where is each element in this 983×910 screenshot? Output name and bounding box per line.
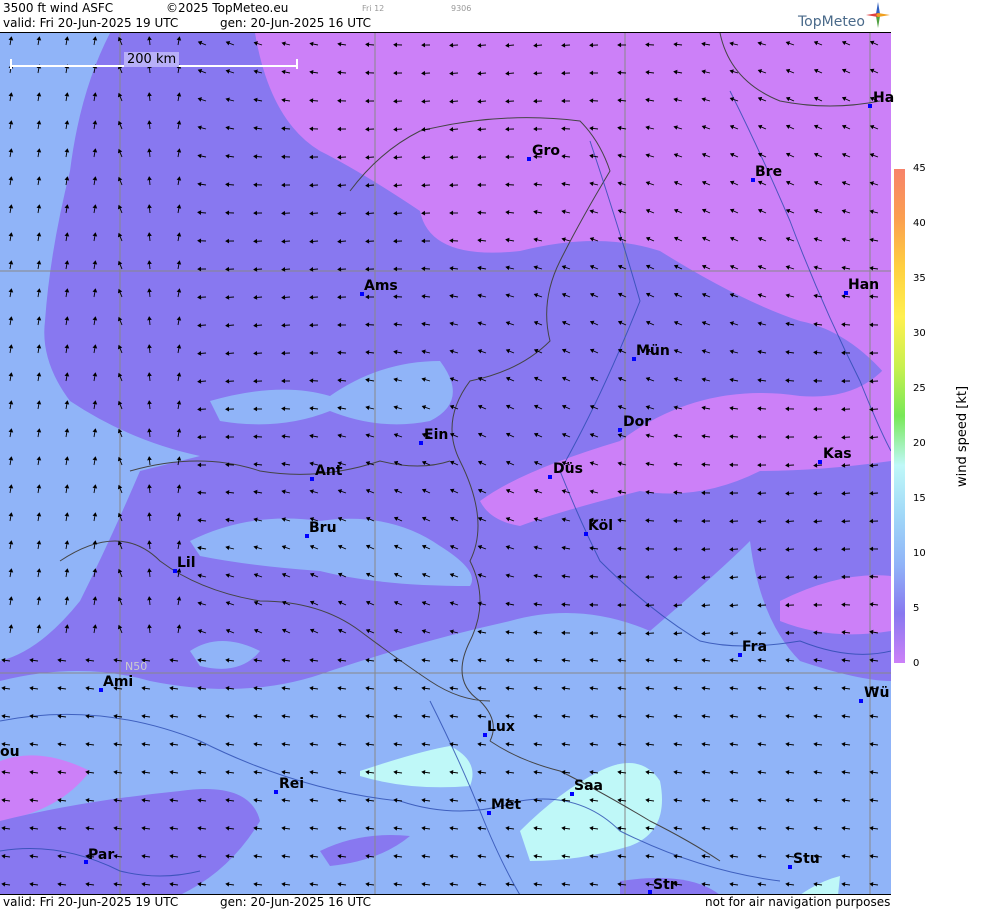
map-header: 3500 ft wind ASFC ©2025 TopMeteo.eu Fri …: [0, 0, 891, 32]
city-marker: [527, 157, 531, 161]
city-label-stu[interactable]: Stu: [793, 851, 820, 867]
city-label-ami[interactable]: Ami: [103, 674, 133, 690]
city-label-wu[interactable]: Wü: [864, 685, 889, 701]
legend-tick: 30: [913, 328, 926, 339]
city-label-fra[interactable]: Fra: [742, 639, 767, 655]
legend-title: wind speed [kt]: [955, 386, 970, 487]
city-label-dus[interactable]: Düs: [553, 461, 583, 477]
latitude-label: N50: [125, 660, 147, 673]
city-marker: [859, 699, 863, 703]
city-label-ams[interactable]: Ams: [364, 278, 398, 294]
valid-time: valid: Fri 20-Jun-2025 19 UTC: [3, 16, 178, 30]
city-label-bre[interactable]: Bre: [755, 164, 782, 180]
city-marker: [818, 460, 822, 464]
legend-tick: 35: [913, 273, 926, 284]
city-marker: [868, 104, 872, 108]
city-marker: [618, 428, 622, 432]
city-marker: [310, 477, 314, 481]
footer-gen-time: gen: 20-Jun-2025 16 UTC: [220, 895, 371, 909]
legend-colorbar: [894, 169, 905, 663]
map-footer: valid: Fri 20-Jun-2025 19 UTC gen: 20-Ju…: [0, 894, 891, 910]
city-label-ha[interactable]: Ha: [873, 90, 894, 106]
legend-tick: 10: [913, 548, 926, 559]
city-label-saa[interactable]: Saa: [574, 778, 603, 794]
wind-map[interactable]: [0, 32, 891, 895]
city-marker: [419, 441, 423, 445]
city-label-kas[interactable]: Kas: [823, 446, 852, 462]
header-small-2: 9306: [451, 4, 471, 13]
footer-valid-time: valid: Fri 20-Jun-2025 19 UTC: [3, 895, 178, 909]
city-marker: [788, 865, 792, 869]
copyright: ©2025 TopMeteo.eu: [166, 1, 288, 15]
wind-speed-legend: 45 40 35 30 25 20 15 10 5 0 wind speed […: [893, 167, 983, 667]
city-label-par[interactable]: Par: [88, 847, 114, 863]
city-marker: [274, 790, 278, 794]
gen-time: gen: 20-Jun-2025 16 UTC: [220, 16, 371, 30]
compass-icon: [866, 2, 890, 28]
legend-tick: 15: [913, 493, 926, 504]
city-label-kol[interactable]: Köl: [588, 518, 613, 534]
scale-label: 200 km: [124, 52, 179, 67]
city-label-lil[interactable]: Lil: [177, 555, 196, 571]
legend-tick: 45: [913, 163, 926, 174]
city-label-gro[interactable]: Gro: [532, 143, 560, 159]
legend-tick: 5: [913, 603, 919, 614]
city-label-met[interactable]: Met: [491, 797, 521, 813]
city-label-ant[interactable]: Ant: [315, 463, 343, 479]
city-label-mun[interactable]: Mün: [636, 343, 670, 359]
city-label-han[interactable]: Han: [848, 277, 879, 293]
legend-tick: 0: [913, 658, 919, 669]
city-marker: [548, 475, 552, 479]
city-label-rei[interactable]: Rei: [279, 776, 304, 792]
topmeteo-logo[interactable]: TopMeteo: [798, 14, 865, 30]
legend-tick: 20: [913, 438, 926, 449]
city-label-ou[interactable]: ou: [0, 744, 20, 760]
legend-tick: 40: [913, 218, 926, 229]
city-label-lux[interactable]: Lux: [487, 719, 515, 735]
header-small-1: Fri 12: [362, 4, 384, 13]
city-label-ein[interactable]: Ein: [424, 427, 448, 443]
city-label-dor[interactable]: Dor: [623, 414, 651, 430]
legend-tick: 25: [913, 383, 926, 394]
footer-disclaimer: not for air navigation purposes: [705, 895, 890, 909]
city-label-str[interactable]: Str: [653, 877, 677, 893]
city-label-bru[interactable]: Bru: [309, 520, 337, 536]
product-title: 3500 ft wind ASFC: [3, 1, 113, 15]
